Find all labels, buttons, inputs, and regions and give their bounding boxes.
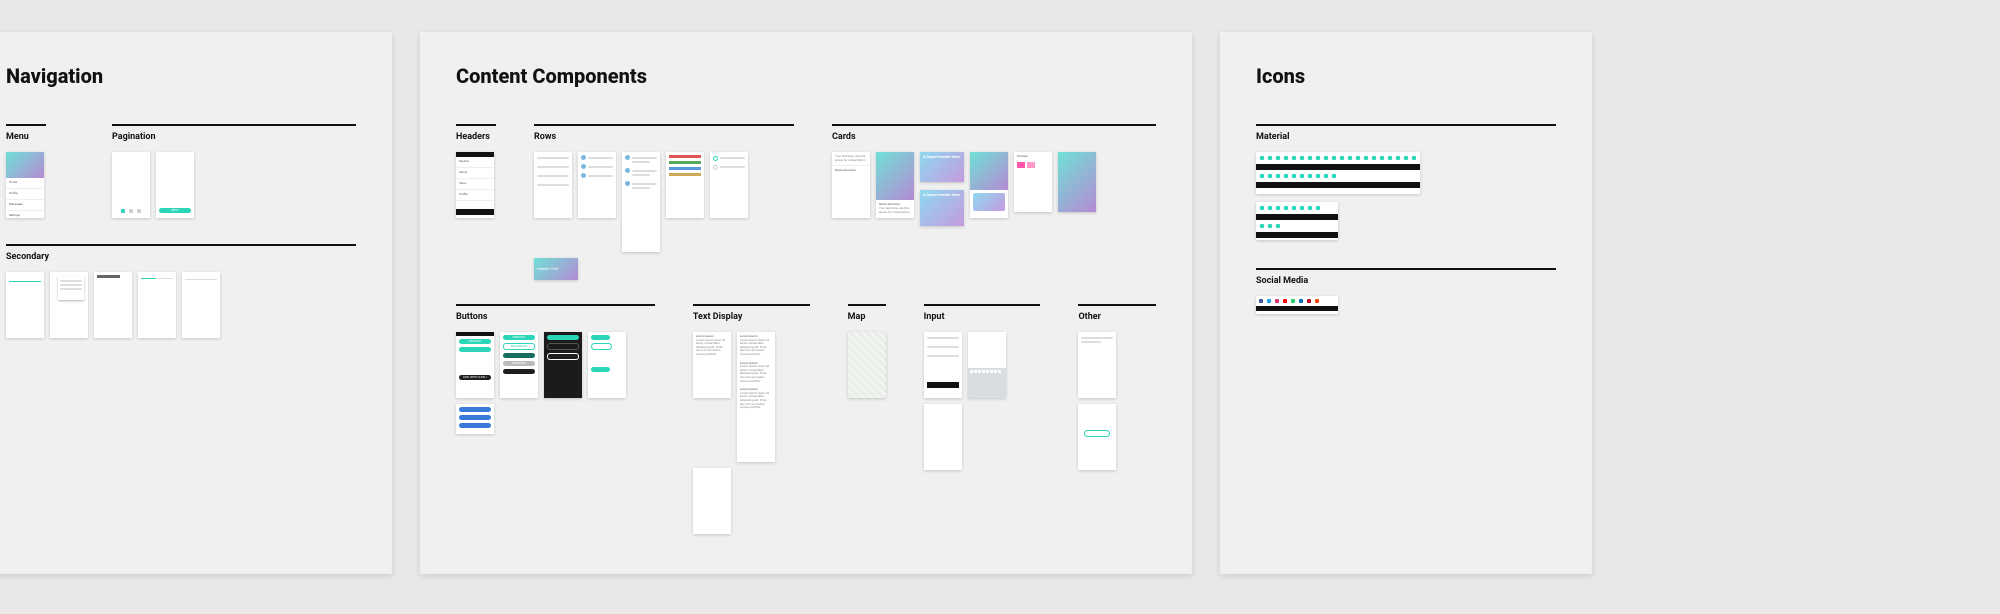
thumb-material-large[interactable] xyxy=(1256,152,1420,194)
panel-content: Content Components Headers Section About… xyxy=(420,32,1192,574)
thumb-material-small[interactable] xyxy=(1256,202,1338,240)
thumb-input-blank[interactable] xyxy=(924,404,962,470)
thumb-card-text[interactable]: Your text here; use this space for a des… xyxy=(832,152,870,218)
thumb-rows-colored[interactable] xyxy=(666,152,704,218)
thumb-buttons-pill[interactable] xyxy=(588,332,626,398)
thumb-secondary-3[interactable] xyxy=(94,272,132,338)
thumb-buttons-2[interactable]: PRIMARYSECONDARYDISABLED xyxy=(500,332,538,398)
section-other: Other xyxy=(1078,304,1156,470)
thumb-card-header-2[interactable]: A larger header here. xyxy=(920,190,964,226)
thumb-headers[interactable]: Section About Inbox Profile xyxy=(456,152,494,218)
section-headers: Headers Section About Inbox Profile xyxy=(456,124,496,218)
thumb-card-header-1[interactable]: A larger header here. xyxy=(920,152,964,182)
section-menu: Menu Home Profile Messages Settings xyxy=(6,124,46,218)
panel-navigation: Navigation Menu Home Profile Messages Se… xyxy=(0,32,392,574)
thumb-rows-radio[interactable] xyxy=(710,152,748,218)
thumb-pagination-dots[interactable] xyxy=(112,152,150,218)
section-pagination: Pagination NEXT xyxy=(112,124,356,218)
thumb-secondary-2[interactable] xyxy=(50,272,88,338)
thumb-pagination-button[interactable]: NEXT xyxy=(156,152,194,218)
thumb-rows-detail[interactable] xyxy=(622,152,660,252)
thumb-text-2[interactable]: Lorem IpsumLorem ipsum dolor sit amet, c… xyxy=(737,332,775,462)
thumb-card-gradient[interactable] xyxy=(1058,152,1096,212)
thumb-card-overlay[interactable] xyxy=(970,152,1008,218)
thumb-other-2[interactable] xyxy=(1078,404,1116,470)
section-cards: Cards Your text here; use this space for… xyxy=(832,124,1156,226)
thumb-secondary-1[interactable] xyxy=(6,272,44,338)
thumb-menu[interactable]: Home Profile Messages Settings xyxy=(6,152,44,218)
thumb-text-3[interactable] xyxy=(693,468,731,534)
thumb-social[interactable] xyxy=(1256,296,1338,314)
section-label-secondary: Secondary xyxy=(6,252,356,262)
section-map: Map xyxy=(848,304,886,398)
thumb-buttons-1[interactable]: PRIMARYLINK WITH ICON » xyxy=(456,332,494,398)
section-material: Material xyxy=(1256,124,1556,240)
panel-title-icons: Icons xyxy=(1256,64,1556,88)
section-input: Input xyxy=(924,304,1041,470)
thumb-card-preview[interactable]: Preview xyxy=(1014,152,1052,212)
thumb-text-1[interactable]: Lorem IpsumLorem ipsum dolor sit amet, c… xyxy=(693,332,731,398)
panel-title-content: Content Components xyxy=(456,64,1156,88)
section-label-menu: Menu xyxy=(6,132,46,142)
thumb-rows-list[interactable] xyxy=(534,152,572,218)
panel-icons: Icons Material Social Media xyxy=(1220,32,1592,574)
thumb-rows-avatar[interactable] xyxy=(578,152,616,218)
thumb-rows-header-gradient[interactable]: Header Text xyxy=(534,258,578,280)
section-rows: Rows Header Text xyxy=(534,124,794,280)
thumb-map[interactable] xyxy=(848,332,886,398)
thumb-secondary-5[interactable] xyxy=(182,272,220,338)
section-buttons: Buttons PRIMARYLINK WITH ICON » PRIMARYS… xyxy=(456,304,655,434)
thumb-secondary-4[interactable] xyxy=(138,272,176,338)
section-secondary: Secondary xyxy=(6,244,356,338)
thumb-input-form[interactable] xyxy=(924,332,962,398)
panel-title-navigation: Navigation xyxy=(6,64,356,88)
thumb-buttons-dark[interactable] xyxy=(544,332,582,398)
thumb-buttons-blue[interactable] xyxy=(456,404,494,434)
thumb-other-1[interactable] xyxy=(1078,332,1116,398)
section-social: Social Media xyxy=(1256,268,1556,314)
thumb-card-image[interactable]: Name SurnameYour text here; use this spa… xyxy=(876,152,914,218)
section-text: Text Display Lorem IpsumLorem ipsum dolo… xyxy=(693,304,810,534)
section-label-pagination: Pagination xyxy=(112,132,356,142)
thumb-input-keyboard[interactable] xyxy=(968,332,1006,398)
